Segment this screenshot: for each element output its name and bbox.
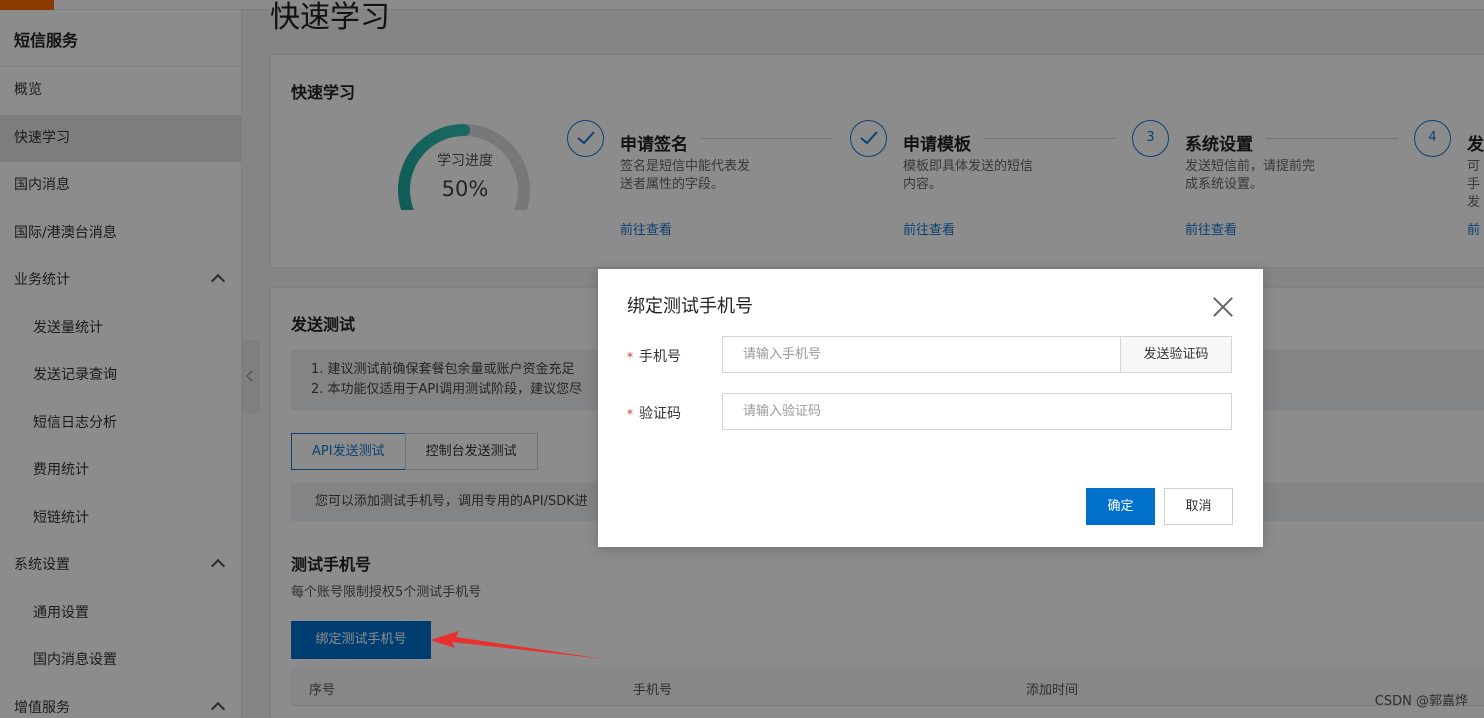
confirm-button[interactable]: 确定 xyxy=(1086,488,1155,525)
code-input[interactable] xyxy=(722,393,1232,430)
code-label-text: 验证码 xyxy=(639,406,681,422)
code-label: * 验证码 xyxy=(627,403,681,423)
cancel-button[interactable]: 取消 xyxy=(1164,488,1233,525)
phone-label-text: 手机号 xyxy=(639,349,681,365)
send-code-button[interactable]: 发送验证码 xyxy=(1120,336,1232,373)
phone-input[interactable] xyxy=(722,336,1121,373)
required-mark: * xyxy=(627,407,633,421)
phone-label: * 手机号 xyxy=(627,346,681,366)
required-mark: * xyxy=(627,350,633,364)
dialog-title: 绑定测试手机号 xyxy=(627,296,753,317)
close-icon[interactable] xyxy=(1212,296,1234,318)
annotation-arrow xyxy=(430,631,604,659)
bind-phone-dialog: 绑定测试手机号 * 手机号 发送验证码 * 验证码 确定 取消 xyxy=(598,269,1263,547)
